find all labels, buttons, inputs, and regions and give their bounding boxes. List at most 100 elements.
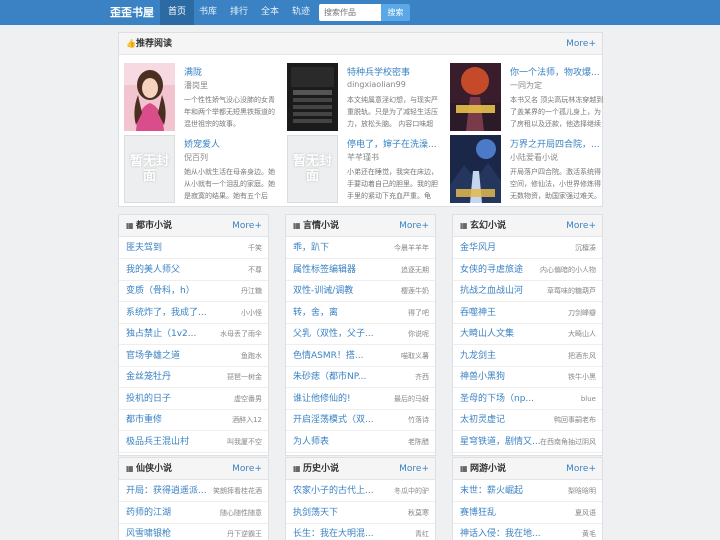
list-item[interactable]: 属性标签编辑器 追逐无期: [286, 260, 435, 281]
list-item-title[interactable]: 圣母的下场（np...: [460, 389, 534, 410]
list-item-title[interactable]: 都市重修: [126, 410, 162, 431]
list-item[interactable]: 朱砂痣（都市NP... 齐西: [286, 367, 435, 388]
list-item[interactable]: 神兽小黑狗 铁牛小黑: [453, 367, 602, 388]
book-cover-placeholder[interactable]: 暂无封面: [287, 135, 338, 203]
list-item-title[interactable]: 神兽小黑狗: [460, 367, 505, 388]
list-item[interactable]: 金华风月 沉檀凑: [453, 238, 602, 259]
list-item[interactable]: 变质（骨科，h） 丹江糖: [119, 281, 268, 302]
nav-home[interactable]: 首页: [160, 0, 195, 25]
list-item-title[interactable]: 投机的日子: [126, 389, 171, 410]
list-item[interactable]: 双性-训诫/调教 樱莲牛奶: [286, 281, 435, 302]
list-item-title[interactable]: 吞噬神王: [460, 303, 496, 324]
list-item-title[interactable]: 太初灵虚记: [460, 410, 505, 431]
list-item[interactable]: 谁让他修仙的! 最后的马蚜: [286, 389, 435, 410]
list-item-title[interactable]: 独占禁止（1v2...: [126, 324, 196, 345]
site-brand[interactable]: 歪歪书屋: [110, 0, 154, 25]
list-item-title[interactable]: 大畸山人文集: [460, 324, 514, 345]
list-item-title[interactable]: 开局：获得逍遥派...: [126, 481, 207, 502]
list-item-title[interactable]: 神话入侵：我在地...: [460, 524, 541, 540]
list-item[interactable]: 独占禁止（1v2... 水母丢了雨伞: [119, 324, 268, 345]
list-item[interactable]: 我的美人师父 不尊: [119, 260, 268, 281]
book-title[interactable]: 满陇: [184, 65, 280, 78]
list-item-title[interactable]: 双性-训诫/调教: [293, 281, 353, 302]
list-item[interactable]: 圣母的下场（np... blue: [453, 389, 602, 410]
list-item[interactable]: 女侠的寻虐旅途 内心偏暗的小人物: [453, 260, 602, 281]
list-item[interactable]: 药师的江湖 随心随性随意: [119, 503, 268, 524]
book-cover[interactable]: [124, 63, 175, 131]
book-title[interactable]: 你一个法师，物攻爆...: [510, 65, 606, 78]
list-item[interactable]: 太初灵虚记 鸭回事嗣老布: [453, 410, 602, 431]
list-item[interactable]: 官场争雄之道 鱼跑水: [119, 346, 268, 367]
list-item-title[interactable]: 匪夫驾到: [126, 238, 162, 259]
list-item-title[interactable]: 九龙剑主: [460, 346, 496, 367]
list-item[interactable]: 匪夫驾到 千笑: [119, 238, 268, 259]
list-item[interactable]: 农家小子的古代上... 冬瓜中的驴: [286, 481, 435, 502]
list-item[interactable]: 父乳（双性，父子... 你说呢: [286, 324, 435, 345]
list-item[interactable]: 执剑荡天下 秋莫寒: [286, 503, 435, 524]
fantasy-more-link[interactable]: More+: [566, 215, 596, 237]
list-item[interactable]: 吞噬神王 刀剑峰瓣: [453, 303, 602, 324]
list-item-title[interactable]: 执剑荡天下: [293, 503, 338, 524]
list-item[interactable]: 金丝笼牡丹 琵琶一树金: [119, 367, 268, 388]
online-game-more-link[interactable]: More+: [566, 458, 596, 480]
list-item-title[interactable]: 父乳（双性，父子...: [293, 324, 374, 345]
book-cover[interactable]: [450, 63, 501, 131]
list-item-title[interactable]: 转，舍，离: [293, 303, 338, 324]
book-card[interactable]: 满陇 潘岗里 一个性性娇气没心没肺的女青年和两个举都无短黑铁叛道的混世祖宗的故事…: [124, 63, 280, 133]
list-item-title[interactable]: 女侠的寻虐旅途: [460, 260, 523, 281]
book-card[interactable]: 暂无封面 娇宠爱人 倪百列 她从小就生活在母亲身边。她从小就有一个泪乱的家庭。她…: [124, 135, 280, 205]
list-item[interactable]: 色情ASMR！搭... 喵取义薯: [286, 346, 435, 367]
list-item-title[interactable]: 为人师表: [293, 432, 329, 453]
book-card[interactable]: 你一个法师，物攻爆... 一同为定 本书又名 顶尖高玩林冻穿越到了盖某界的一个孤…: [450, 63, 606, 133]
book-card[interactable]: 暂无封面 停电了，婶子在洗澡... 芊芊瑾书 小弟还在睡觉，我突在床边，手要动着…: [287, 135, 443, 205]
list-item-title[interactable]: 赛博狂乱: [460, 503, 496, 524]
book-title[interactable]: 特种兵学校密事: [347, 65, 443, 78]
list-item[interactable]: 开启淫荡模式（双... 竹落诗: [286, 410, 435, 431]
list-item-title[interactable]: 乖，趴下: [293, 238, 329, 259]
list-item[interactable]: 末世：薪火崛起 梨晗晗明: [453, 481, 602, 502]
list-item-title[interactable]: 开启淫荡模式（双...: [293, 410, 374, 431]
nav-library[interactable]: 书库: [191, 0, 225, 25]
list-item[interactable]: 大畸山人文集 大畸山人: [453, 324, 602, 345]
list-item-title[interactable]: 极品兵王混山村: [126, 432, 189, 453]
book-title[interactable]: 万界之开局四合院，...: [510, 137, 606, 150]
list-item-title[interactable]: 我的美人师父: [126, 260, 180, 281]
book-card[interactable]: 万界之开局四合院，... 小陆爱看小说 开局落户四合院。激活系统得空间，修仙法，…: [450, 135, 606, 205]
urban-more-link[interactable]: More+: [232, 215, 262, 237]
list-item-title[interactable]: 谁让他修仙的!: [293, 389, 351, 410]
book-cover-placeholder[interactable]: 暂无封面: [124, 135, 175, 203]
list-item-title[interactable]: 星穹铁道，剧情又...: [460, 432, 541, 453]
list-item-title[interactable]: 官场争雄之道: [126, 346, 180, 367]
list-item[interactable]: 系统炸了，我成了... 小小怪: [119, 303, 268, 324]
list-item[interactable]: 极品兵王混山村 叫我厦不空: [119, 432, 268, 453]
list-item[interactable]: 长生：我在大明混... 青红: [286, 524, 435, 540]
list-item-title[interactable]: 抗战之血战山河: [460, 281, 523, 302]
list-item-title[interactable]: 色情ASMR！搭...: [293, 346, 363, 367]
list-item-title[interactable]: 属性标签编辑器: [293, 260, 356, 281]
search-button[interactable]: 搜索: [381, 4, 410, 21]
list-item-title[interactable]: 系统炸了，我成了...: [126, 303, 207, 324]
recommend-more-link[interactable]: More+: [566, 33, 596, 55]
list-item-title[interactable]: 变质（骨科，h）: [126, 281, 195, 302]
list-item-title[interactable]: 长生：我在大明混...: [293, 524, 374, 540]
history-more-link[interactable]: More+: [399, 458, 429, 480]
book-cover[interactable]: [287, 63, 338, 131]
list-item[interactable]: 抗战之血战山河 草莓味的糖葫芦: [453, 281, 602, 302]
list-item-title[interactable]: 药师的江湖: [126, 503, 171, 524]
nav-ranking[interactable]: 排行: [222, 0, 256, 25]
book-title[interactable]: 停电了，婶子在洗澡...: [347, 137, 443, 150]
book-cover[interactable]: [450, 135, 501, 203]
list-item-title[interactable]: 金华风月: [460, 238, 496, 259]
list-item[interactable]: 都市重修 酒醉入12: [119, 410, 268, 431]
list-item[interactable]: 开局：获得逍遥派... 笑朗摔看桂花酒: [119, 481, 268, 502]
xianxia-more-link[interactable]: More+: [232, 458, 262, 480]
list-item-title[interactable]: 风雪啸银枪: [126, 524, 171, 540]
search-input[interactable]: [319, 4, 381, 21]
list-item[interactable]: 为人师表 老陈醋: [286, 432, 435, 453]
list-item[interactable]: 风雪啸银枪 丹下逆霸王: [119, 524, 268, 540]
list-item[interactable]: 星穹铁道，剧情又... 在西南角抽过阴风: [453, 432, 602, 453]
list-item[interactable]: 转，舍，离 得了吧: [286, 303, 435, 324]
list-item[interactable]: 乖，趴下 今晨羊羊年: [286, 238, 435, 259]
list-item[interactable]: 赛博狂乱 夏风语: [453, 503, 602, 524]
nav-completed[interactable]: 全本: [253, 0, 287, 25]
